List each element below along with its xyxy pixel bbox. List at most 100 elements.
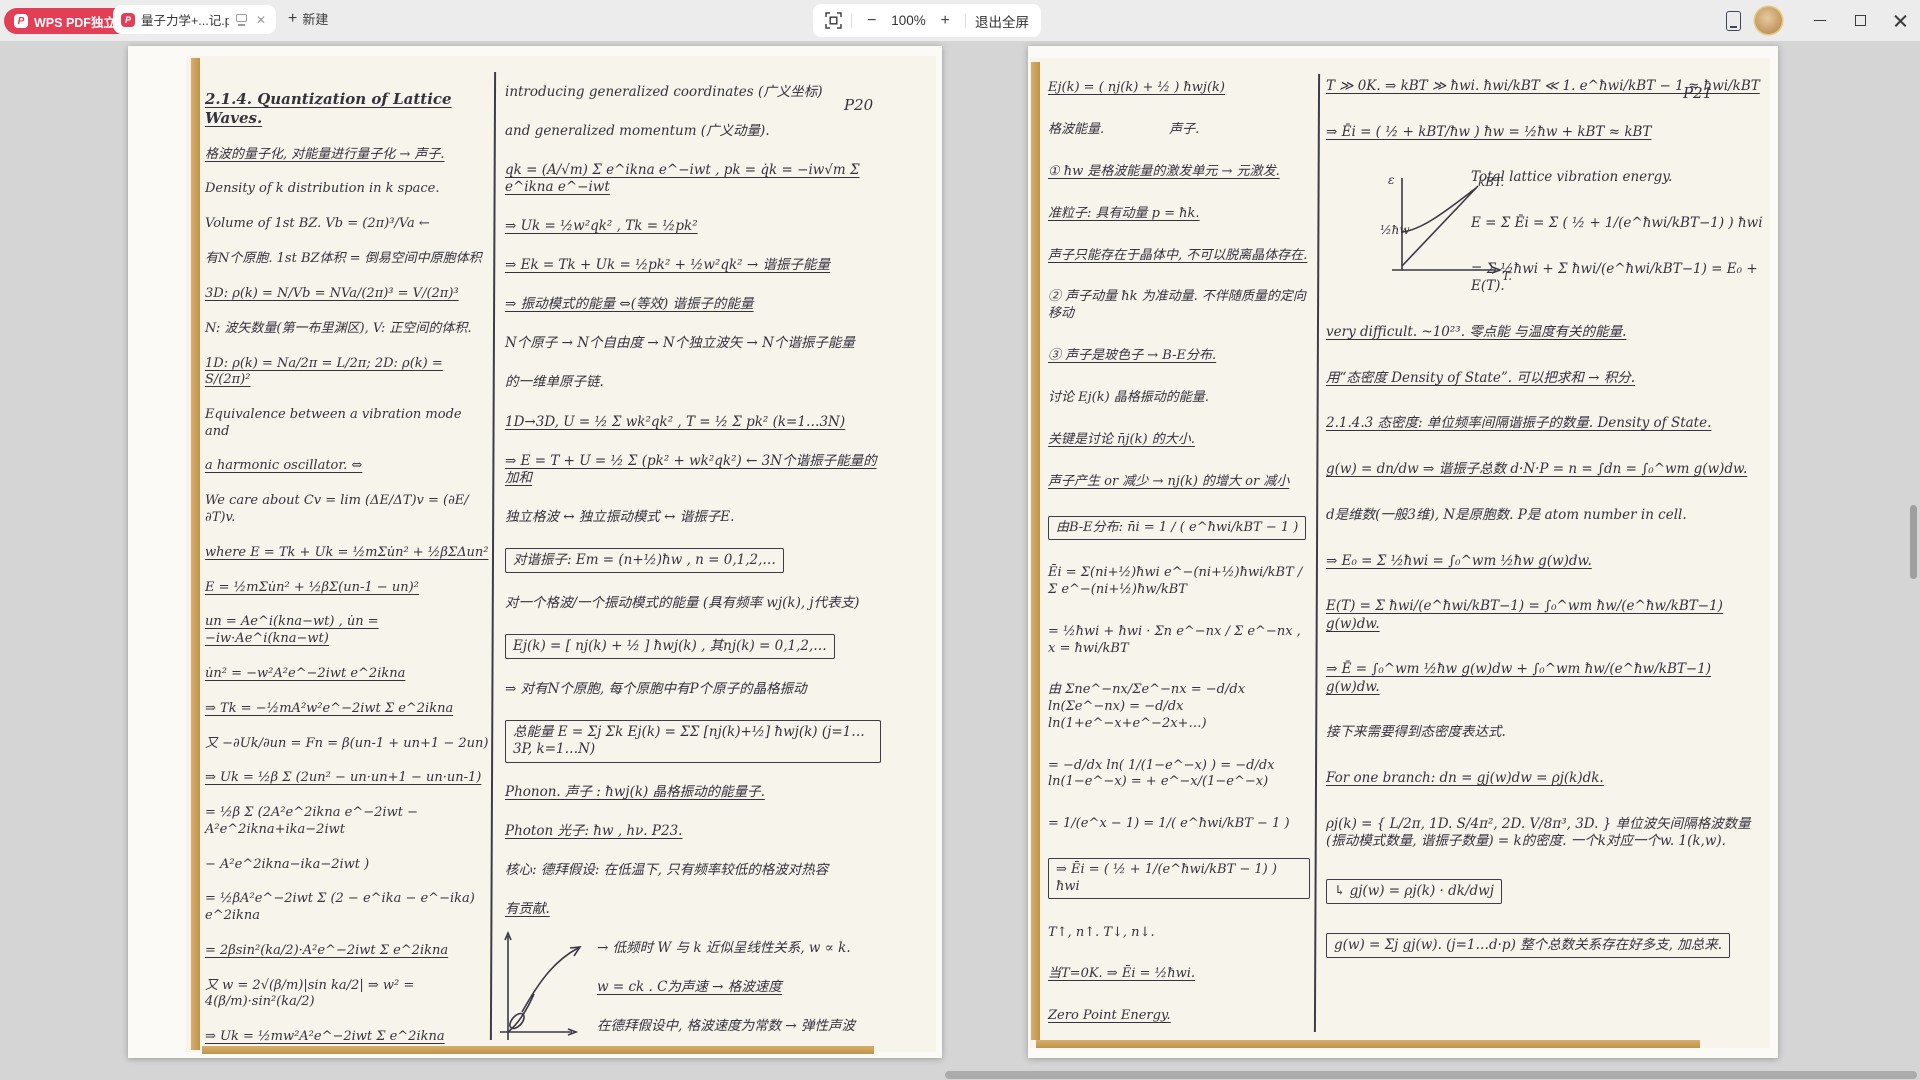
pdf-page-20: P20 2.1.4. Quantization of Lattice Waves… <box>128 46 942 1058</box>
note-line: → 低频时 W 与 k 近似呈线性关系, w ∝ k. <box>597 940 881 957</box>
note-line: 总能量 E = Σj Σk Ej(k) = ΣΣ [nj(k)+½] ħwj(k… <box>505 720 881 763</box>
note-line: ⇒ Ēi = ( ½ + 1/(e^ħwi/kBT − 1) ) ħwi <box>1048 858 1310 899</box>
maximize-icon <box>1855 15 1866 26</box>
note-line: For one branch: dn = gj(w)dw = ρj(k)dk. <box>1326 770 1768 787</box>
note-line: ⇒ Uk = ½β Σ (2un² − un·un+1 − un·un-1) <box>205 770 490 787</box>
notebook-edge <box>1036 1040 1700 1048</box>
note-line: ⇒ Uk = ½mw²A²e^−2iwt Σ e^2ikna <box>205 1029 490 1046</box>
note-line: ρj(k) = { L/2π, 1D. S/4π², 2D. V/8π³, 3D… <box>1326 816 1768 851</box>
tab-title: 量子力学+...记.pdf <box>141 10 229 29</box>
note-line: and generalized momentum (广义动量). <box>505 123 881 140</box>
note-line: We care about Cv = lim (ΔE/ΔT)v = (∂E/∂T… <box>205 493 490 526</box>
note-line: N个原子 → N个自由度 → N个独立波矢 → N个谐振子能量 <box>505 335 881 352</box>
note-line: ⇒ Uk = ½w²qk² , Tk = ½pk² <box>505 218 881 235</box>
note-line: 声子只能存在于晶体中, 不可以脱离晶体存在. <box>1048 248 1310 265</box>
note-line: 核心: 德拜假设: 在低温下, 只有频率较低的格波对热容 <box>505 862 881 879</box>
note-line: 对谐振子: Em = (n+½)ħw , n = 0,1,2,… <box>505 548 784 573</box>
svg-text:T.: T. <box>1502 269 1512 283</box>
note-line: 3D: ρ(k) = N/Vb = NVa/(2π)³ = V/(2π)³ <box>205 286 490 303</box>
zoom-level[interactable]: 100% <box>891 13 926 28</box>
tab-close-icon[interactable]: ✕ <box>254 13 268 27</box>
note-line: ⇒ Ek = Tk + Uk = ½pk² + ½w²qk² → 谐振子能量 <box>505 257 881 274</box>
note-line: = 2βsin²(ka/2)·A²e^−2iwt Σ e^2ikna <box>205 943 490 960</box>
note-line: Equivalence between a vibration mode and <box>205 407 490 440</box>
avatar[interactable] <box>1755 7 1782 34</box>
pdf-page-21: P21 Ej(k) = ( nj(k) + ½ ) ħwj(k)格波能量. 声子… <box>1028 46 1778 1058</box>
zoom-out-button[interactable]: − <box>862 12 882 30</box>
note-line: 有贡献. <box>505 901 881 918</box>
notes-column: Ej(k) = ( nj(k) + ½ ) ħwj(k)格波能量. 声子.① ħ… <box>1048 80 1310 1025</box>
notebook-edge <box>1031 62 1040 1040</box>
pin-tab-icon[interactable] <box>235 13 248 26</box>
note-line: 格波能量. 声子. <box>1048 122 1310 139</box>
note-line: T ≫ 0K. ⇒ kBT ≫ ħwi. ħwi/kBT ≪ 1. e^ħwi/… <box>1326 78 1768 95</box>
horizontal-scrollbar-thumb[interactable] <box>945 1071 1917 1079</box>
close-button[interactable] <box>1880 0 1920 41</box>
note-line: d是维数(一般3维), N是原胞数. P是 atom number in cel… <box>1326 507 1768 524</box>
note-line: 又 −∂Uk/∂un = Fn = β(un-1 + un+1 − 2un) <box>205 736 490 753</box>
svg-text:kBT.: kBT. <box>1478 175 1504 189</box>
svg-text:ε: ε <box>1388 173 1394 187</box>
notes-column: introducing generalized coordinates (广义坐… <box>505 84 881 1036</box>
note-line: qk = (A/√m) Σ e^ikna e^−iwt , pk = q̇k =… <box>505 162 881 197</box>
note-line: g(w) = Σj gj(w). (j=1…d·p) 整个总数关系存在好多支, … <box>1326 933 1730 958</box>
note-line: ⇒ 对有N个原胞, 每个原胞中有P个原子的晶格振动 <box>505 681 881 698</box>
note-line: Volume of 1st BZ. Vb = (2π)³/Va ← <box>205 216 490 233</box>
notes-column: 2.1.4. Quantization of Lattice Waves.格波的… <box>205 90 490 1046</box>
zoom-toolbar: − 100% + 退出全屏 <box>813 4 1041 37</box>
maximize-button[interactable] <box>1840 0 1880 41</box>
note-line: ⇒ Ē = ∫₀^wm ½ħw g(w)dw + ∫₀^wm ħw/(e^ħw/… <box>1326 661 1768 696</box>
note-line: a harmonic oscillator. ⇔ <box>205 458 490 475</box>
wps-tab-logo-icon: P <box>121 13 135 27</box>
note-line: = −d/dx ln( 1/(1−e^−x) ) = −d/dx ln(1−e^… <box>1048 758 1310 791</box>
new-tab-button[interactable]: + 新建 <box>288 9 328 28</box>
notebook-edge <box>191 58 200 1050</box>
note-line: u̇n² = −w²A²e^−2iwt e^2ikna <box>205 666 490 683</box>
minimize-button[interactable] <box>1800 0 1840 41</box>
zoom-in-button[interactable]: + <box>935 12 955 30</box>
note-line: = 1/(e^x − 1) = 1/( e^ħwi/kBT − 1 ) <box>1048 816 1310 833</box>
note-line: 由 Σne^−nx/Σe^−nx = −d/dx ln(Σe^−nx) = −d… <box>1048 682 1310 732</box>
note-line: T↑, n↑. T↓, n↓. <box>1048 925 1310 942</box>
note-line: 接下来需要得到态密度表达式. <box>1326 724 1768 741</box>
note-line: ⇒ 振动模式的能量 ⇔(等效) 谐振子的能量 <box>505 296 881 313</box>
note-line: = ½βA²e^−2iwt Σ (2 − e^ika − e^−ika) e^2… <box>205 891 490 924</box>
energy-vs-temperature-sketch-graph: ε kBT. T. ½ħw <box>1380 168 1516 290</box>
new-tab-label: 新建 <box>302 9 328 28</box>
note-line: 讨论 Ej(k) 晶格振动的能量. <box>1048 390 1310 407</box>
note-line: 的一维单原子链. <box>505 374 881 391</box>
fit-to-screen-icon[interactable] <box>825 12 842 29</box>
note-line: 对一个格波/一个振动模式的能量 (具有频率 wj(k), j代表支) <box>505 595 881 612</box>
titlebar: P WPS PDF独立版 P 量子力学+...记.pdf ✕ + 新建 − 10… <box>0 0 1920 41</box>
note-line: Ej(k) = [ nj(k) + ½ ] ħwj(k) , 其nj(k) = … <box>505 634 835 659</box>
notebook-edge <box>202 1046 874 1054</box>
note-line: ② 声子动量 ħk 为准动量. 不伴随质量的定向移动 <box>1048 289 1310 322</box>
note-line: N: 波矢数量(第一布里渊区), V: 正空间的体积. <box>205 321 490 338</box>
note-line: un = Ae^i(kna−wt) , u̇n = −iw·Ae^i(kna−w… <box>205 614 490 647</box>
svg-text:½ħw: ½ħw <box>1380 223 1410 237</box>
document-tab[interactable]: P 量子力学+...记.pdf ✕ <box>113 5 276 34</box>
note-line: 1D→3D, U = ½ Σ wk²qk² , T = ½ Σ pk² (k=1… <box>505 414 881 431</box>
note-line: 准粒子: 具有动量 p = ħk. <box>1048 206 1310 223</box>
exit-fullscreen-button[interactable]: 退出全屏 <box>975 11 1029 31</box>
note-line: − A²e^2ikna−ika−2iwt ) <box>205 857 490 874</box>
note-line: Zero Point Energy. <box>1048 1008 1310 1025</box>
note-line: w = ck . C为声速 → 格波速度 <box>597 979 881 996</box>
note-line: ③ 声子是玻色子 → B-E分布. <box>1048 348 1310 365</box>
note-line: introducing generalized coordinates (广义坐… <box>505 84 881 101</box>
note-line: ⇒ E = T + U = ½ Σ (pk² + wk²qk²) ← 3N个谐振… <box>505 453 881 488</box>
vertical-scrollbar-thumb[interactable] <box>1910 505 1917 579</box>
note-line: 声子产生 or 减少 → nj(k) 的增大 or 减小 <box>1048 474 1310 491</box>
note-line: Ej(k) = ( nj(k) + ½ ) ħwj(k) <box>1048 80 1310 97</box>
divider <box>851 14 852 28</box>
window-controls <box>1726 0 1920 41</box>
plus-icon: + <box>288 10 297 28</box>
note-line: 1D: ρ(k) = Na/2π = L/2π; 2D: ρ(k) = S/(2… <box>205 356 490 389</box>
note-line: ⇒ Ēi = ( ½ + kBT/ħw ) ħw = ½ħw + kBT ≈ k… <box>1326 124 1768 141</box>
note-line: 又 w = 2√(β/m)|sin ka/2| ⇒ w² = 4(β/m)·si… <box>205 978 490 1011</box>
device-icon[interactable] <box>1726 11 1741 31</box>
pdf-canvas: P20 2.1.4. Quantization of Lattice Waves… <box>0 41 1920 1080</box>
note-line: 用“态密度 Density of State”. 可以把求和 → 积分. <box>1326 370 1768 387</box>
note-line: Phonon. 声子 : ħwj(k) 晶格振动的能量子. <box>505 784 881 801</box>
note-line: ⇒ Tk = −½mA²w²e^−2iwt Σ e^2ikna <box>205 701 490 718</box>
